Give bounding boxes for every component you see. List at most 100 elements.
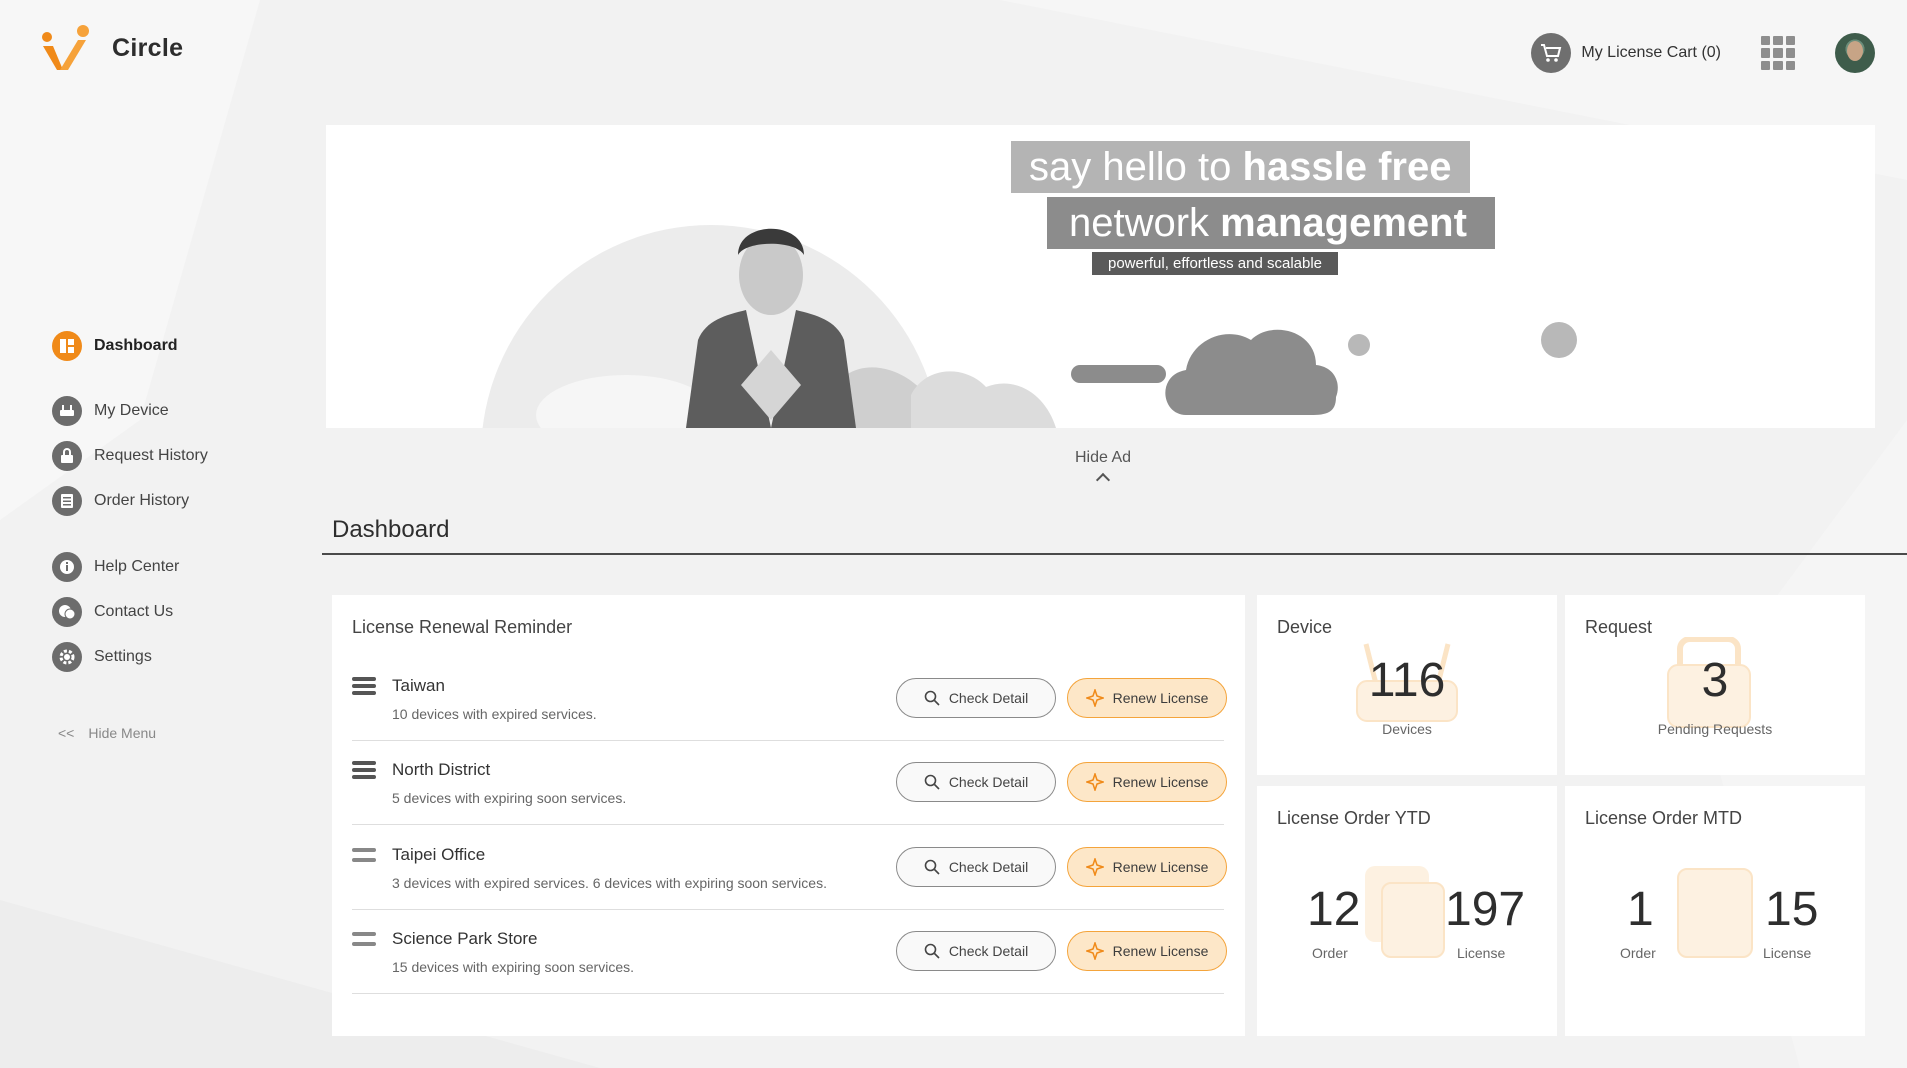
chat-icon [52,597,82,627]
check-detail-label: Check Detail [948,690,1029,706]
sparkle-icon [1085,773,1104,791]
sidebar: Dashboard My Device Request History Orde… [52,326,282,741]
renew-license-label: Renew License [1112,690,1209,706]
license-renewal-card: License Renewal Reminder Taiwan 10 devic… [332,595,1245,1036]
ytd-order-label: Order [1312,945,1348,961]
card-title: Device [1277,617,1333,637]
top-actions: My License Cart (0) [1531,33,1875,73]
license-order-mtd-card[interactable]: License Order MTD 1 Order 15 License [1565,786,1865,1036]
reminder-row: Taiwan 10 devices with expired services.… [352,657,1227,741]
renew-license-label: Renew License [1112,859,1209,875]
site-name: Taipei Office [392,845,486,864]
ytd-order-count: 12 [1307,883,1361,936]
site-description: 15 devices with expiring soon services. [392,959,635,975]
card-title: License Order YTD [1277,808,1431,828]
sidebar-item-contact-us[interactable]: Contact Us [52,592,282,632]
info-icon [52,552,82,582]
site-description: 10 devices with expired services. [392,706,597,722]
reminder-row: Taipei Office 3 devices with expired ser… [352,826,1227,910]
check-detail-label: Check Detail [948,943,1029,959]
check-detail-button[interactable]: Check Detail [896,678,1056,718]
sidebar-item-label: Request History [94,447,208,464]
ad-banner[interactable]: say hello to hassle free network managem… [326,125,1875,428]
check-detail-label: Check Detail [948,774,1029,790]
renew-license-button[interactable]: Renew License [1067,678,1227,718]
device-card[interactable]: Device 116 Devices [1257,595,1557,775]
banner-tagline: powerful, effortless and scalable [1092,252,1339,275]
check-detail-button[interactable]: Check Detail [896,931,1056,971]
sidebar-item-label: Settings [94,648,152,665]
gear-icon [52,642,82,672]
hide-menu-button[interactable]: << Hide Menu [58,725,282,741]
site-group-icon [352,848,376,862]
site-list-icon [352,677,376,695]
site-description: 3 devices with expired services. 6 devic… [392,875,827,891]
search-icon [924,859,940,875]
card-title: License Renewal Reminder [352,617,573,637]
license-order-ytd-card[interactable]: License Order YTD 12 Order 197 License [1257,786,1557,1036]
app-grid-icon[interactable] [1761,36,1795,70]
double-chevron-left-icon: << [58,725,75,741]
renew-license-button[interactable]: Renew License [1067,762,1227,802]
renew-license-label: Renew License [1112,943,1209,959]
reminder-row: North District 5 devices with expiring s… [352,741,1227,825]
list-icon [52,486,82,516]
page-title: Dashboard [332,516,450,543]
hide-ad-button[interactable]: Hide Ad [1072,449,1134,488]
document-watermark-icon [1677,868,1753,958]
reminder-row: Science Park Store 15 devices with expir… [352,910,1227,994]
sidebar-item-my-device[interactable]: My Device [52,391,282,431]
search-icon [924,690,940,706]
ytd-license-count: 197 [1445,883,1526,936]
sidebar-item-dashboard[interactable]: Dashboard [52,326,282,366]
check-detail-button[interactable]: Check Detail [896,847,1056,887]
card-title: License Order MTD [1585,808,1743,828]
sidebar-item-label: Contact Us [94,603,174,620]
device-icon [52,396,82,426]
document-watermark-icon [1381,882,1445,958]
check-detail-label: Check Detail [948,859,1029,875]
site-description: 5 devices with expiring soon services. [392,790,627,806]
renew-license-label: Renew License [1112,774,1209,790]
circle-logo-icon [42,25,89,70]
site-list-icon [352,761,376,779]
sidebar-item-label: Dashboard [94,337,178,354]
sidebar-item-order-history[interactable]: Order History [52,481,282,521]
chevron-up-icon [1095,472,1111,488]
sidebar-item-label: Help Center [94,558,180,575]
license-cart-button[interactable]: My License Cart (0) [1531,33,1721,73]
site-name: Taiwan [392,676,445,695]
mtd-license-count: 15 [1765,883,1819,936]
sidebar-item-request-history[interactable]: Request History [52,436,282,476]
sidebar-item-help-center[interactable]: Help Center [52,547,282,587]
mtd-license-label: License [1763,945,1812,961]
banner-headline-1: say hello to hassle free [1011,141,1470,193]
user-avatar[interactable] [1835,33,1875,73]
card-title: Request [1585,617,1653,637]
title-divider [322,553,1907,555]
app-name: Circle [112,33,184,62]
sidebar-item-label: My Device [94,402,169,419]
request-count-label: Pending Requests [1657,721,1773,737]
request-card[interactable]: Request 3 Pending Requests [1565,595,1865,775]
device-count: 116 [1368,654,1446,707]
search-icon [924,774,940,790]
renew-license-button[interactable]: Renew License [1067,931,1227,971]
hide-menu-label: Hide Menu [88,725,157,741]
renew-license-button[interactable]: Renew License [1067,847,1227,887]
banner-headline-2: network management [1047,197,1495,249]
mtd-order-label: Order [1620,945,1656,961]
device-count-label: Devices [1382,721,1432,737]
app-logo[interactable]: Circle [40,24,183,72]
sidebar-item-settings[interactable]: Settings [52,637,282,677]
request-count: 3 [1701,654,1729,707]
mtd-order-count: 1 [1627,883,1654,936]
lock-icon [52,441,82,471]
hide-ad-label: Hide Ad [1074,449,1132,466]
cart-icon [1531,33,1572,73]
dashboard-icon [52,331,82,361]
cart-label: My License Cart (0) [1581,44,1721,61]
check-detail-button[interactable]: Check Detail [896,762,1056,802]
sparkle-icon [1085,942,1104,960]
site-name: Science Park Store [392,929,538,948]
